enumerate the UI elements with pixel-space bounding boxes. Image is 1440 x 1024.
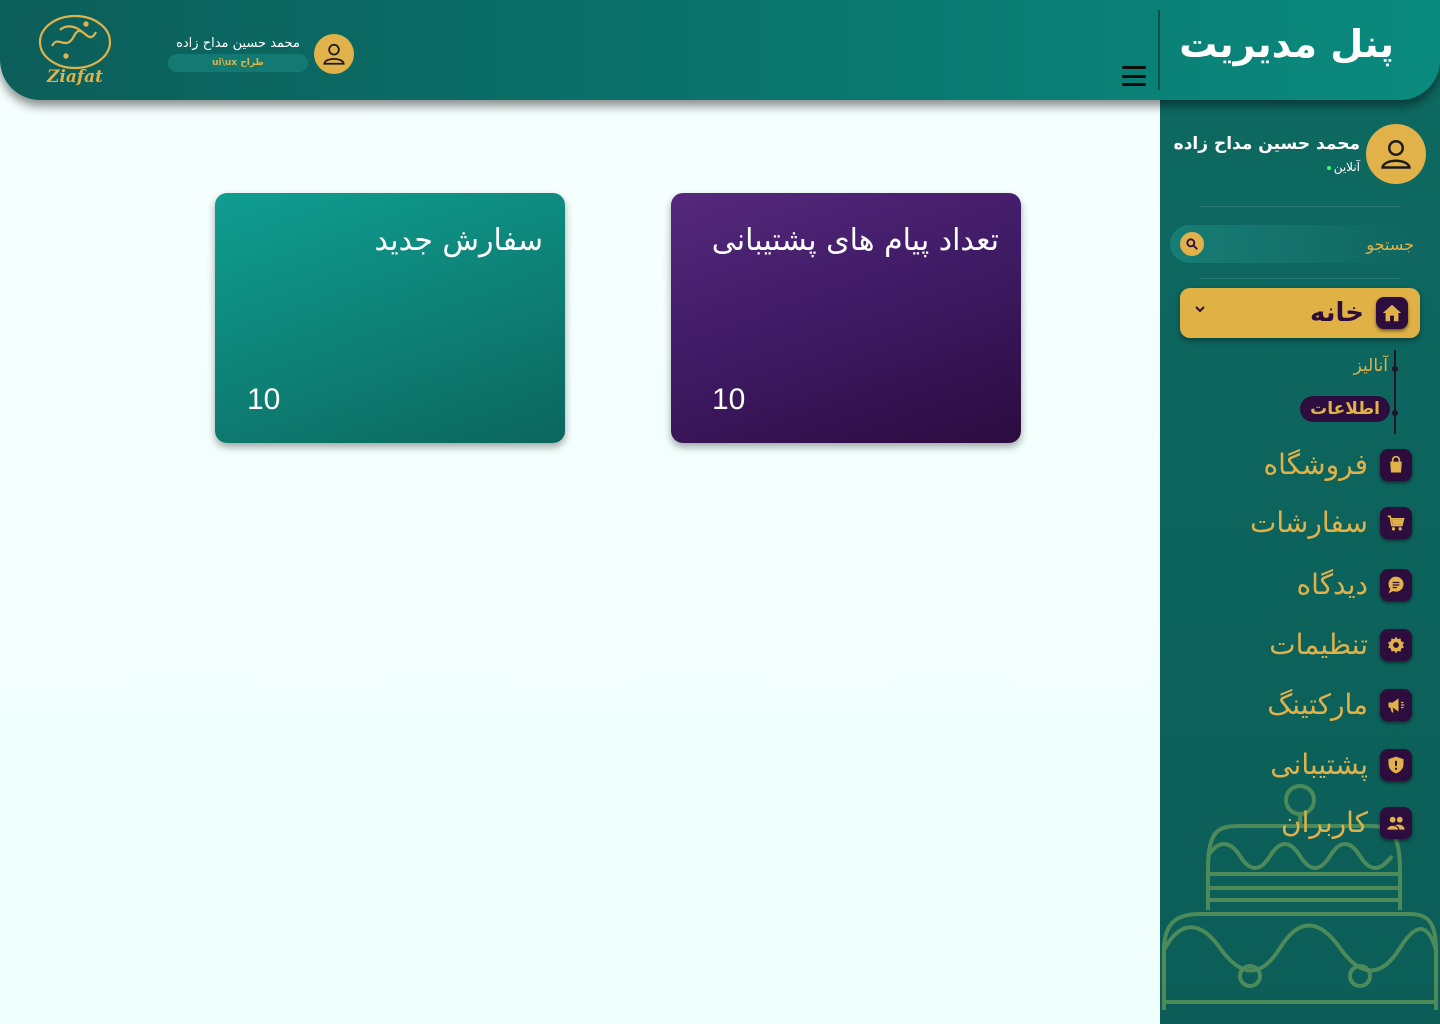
home-icon bbox=[1376, 297, 1408, 329]
sidebar-item-label: پشتیبانی bbox=[1270, 748, 1368, 781]
cart-icon bbox=[1380, 506, 1412, 539]
header-user-name: محمد حسین مداح زاده bbox=[176, 36, 300, 51]
page-title: پنل مدیریت bbox=[1179, 22, 1394, 66]
sidebar-subitem-analytics[interactable]: آنالیز bbox=[1354, 356, 1388, 376]
search-icon[interactable] bbox=[1180, 232, 1204, 256]
submenu-dot bbox=[1392, 366, 1398, 372]
submenu-dot bbox=[1392, 410, 1398, 416]
divider bbox=[1200, 278, 1400, 279]
search-input[interactable] bbox=[1204, 234, 1414, 254]
sidebar-item-home[interactable]: خانه bbox=[1180, 288, 1420, 338]
sidebar-user-name: محمد حسین مداح زاده bbox=[1173, 134, 1360, 154]
header-divider bbox=[1158, 10, 1160, 90]
sidebar-item-label: فروشگاه bbox=[1263, 448, 1368, 481]
sidebar-item-label: سفارشات bbox=[1249, 506, 1368, 539]
sidebar-item-shop[interactable]: فروشگاه bbox=[1264, 448, 1412, 481]
sidebar: محمد حسین مداح زاده آنلاین خانه آنالیز ا… bbox=[1160, 0, 1440, 1024]
divider bbox=[1200, 206, 1400, 207]
chevron-down-icon[interactable] bbox=[1194, 304, 1206, 314]
card-title: تعداد پیام های پشتیبانی bbox=[711, 223, 999, 258]
card-title: سفارش جدید bbox=[374, 223, 544, 258]
users-icon bbox=[1380, 806, 1412, 839]
support-messages-card[interactable]: تعداد پیام های پشتیبانی 10 bbox=[671, 193, 1021, 443]
new-orders-card[interactable]: سفارش جدید 10 bbox=[215, 193, 565, 443]
sidebar-item-users[interactable]: کاربران bbox=[1281, 806, 1412, 839]
sidebar-item-support[interactable]: پشتیبانی bbox=[1270, 748, 1412, 781]
sidebar-user-status: آنلاین bbox=[1174, 160, 1360, 174]
user-icon bbox=[323, 43, 345, 65]
header-user-role: طراح ui\ux bbox=[168, 54, 308, 72]
status-text: آنلاین bbox=[1333, 160, 1360, 174]
menu-toggle-icon[interactable] bbox=[1122, 66, 1146, 86]
sidebar-item-settings[interactable]: تنظیمات bbox=[1269, 628, 1412, 661]
ziafat-logo[interactable]: Ziafat bbox=[36, 12, 114, 90]
sidebar-item-comments[interactable]: دیدگاه bbox=[1296, 568, 1412, 601]
main-content-area bbox=[0, 0, 1160, 1024]
sidebar-avatar bbox=[1366, 124, 1426, 184]
online-dot bbox=[1326, 165, 1331, 170]
header-user-profile[interactable]: محمد حسین مداح زاده طراح ui\ux bbox=[168, 34, 354, 74]
user-icon bbox=[1381, 140, 1411, 169]
card-value: 10 bbox=[247, 383, 281, 416]
megaphone-icon bbox=[1380, 688, 1412, 721]
sidebar-item-label: کاربران bbox=[1281, 806, 1368, 839]
sidebar-subitem-info[interactable]: اطلاعات bbox=[1300, 396, 1390, 422]
sidebar-user-profile[interactable]: محمد حسین مداح زاده آنلاین bbox=[1174, 124, 1426, 184]
comment-icon bbox=[1380, 568, 1412, 601]
avatar bbox=[314, 34, 354, 74]
search-box bbox=[1170, 225, 1430, 263]
sidebar-item-label: خانه bbox=[1309, 298, 1364, 328]
gear-icon bbox=[1380, 628, 1412, 661]
logo-text: Ziafat bbox=[46, 67, 103, 87]
card-value: 10 bbox=[712, 383, 746, 416]
sidebar-item-label: مارکتینگ bbox=[1267, 688, 1368, 721]
submenu-line bbox=[1394, 350, 1396, 434]
top-header: پنل مدیریت محمد حسین مداح زاده طراح ui\u… bbox=[0, 0, 1440, 100]
shield-icon bbox=[1380, 748, 1412, 781]
sidebar-item-orders[interactable]: سفارشات bbox=[1250, 506, 1412, 539]
sidebar-item-label: دیدگاه bbox=[1296, 568, 1369, 601]
sidebar-item-marketing[interactable]: مارکتینگ bbox=[1267, 688, 1412, 721]
bag-icon bbox=[1380, 448, 1412, 481]
sidebar-item-label: تنظیمات bbox=[1269, 628, 1368, 661]
